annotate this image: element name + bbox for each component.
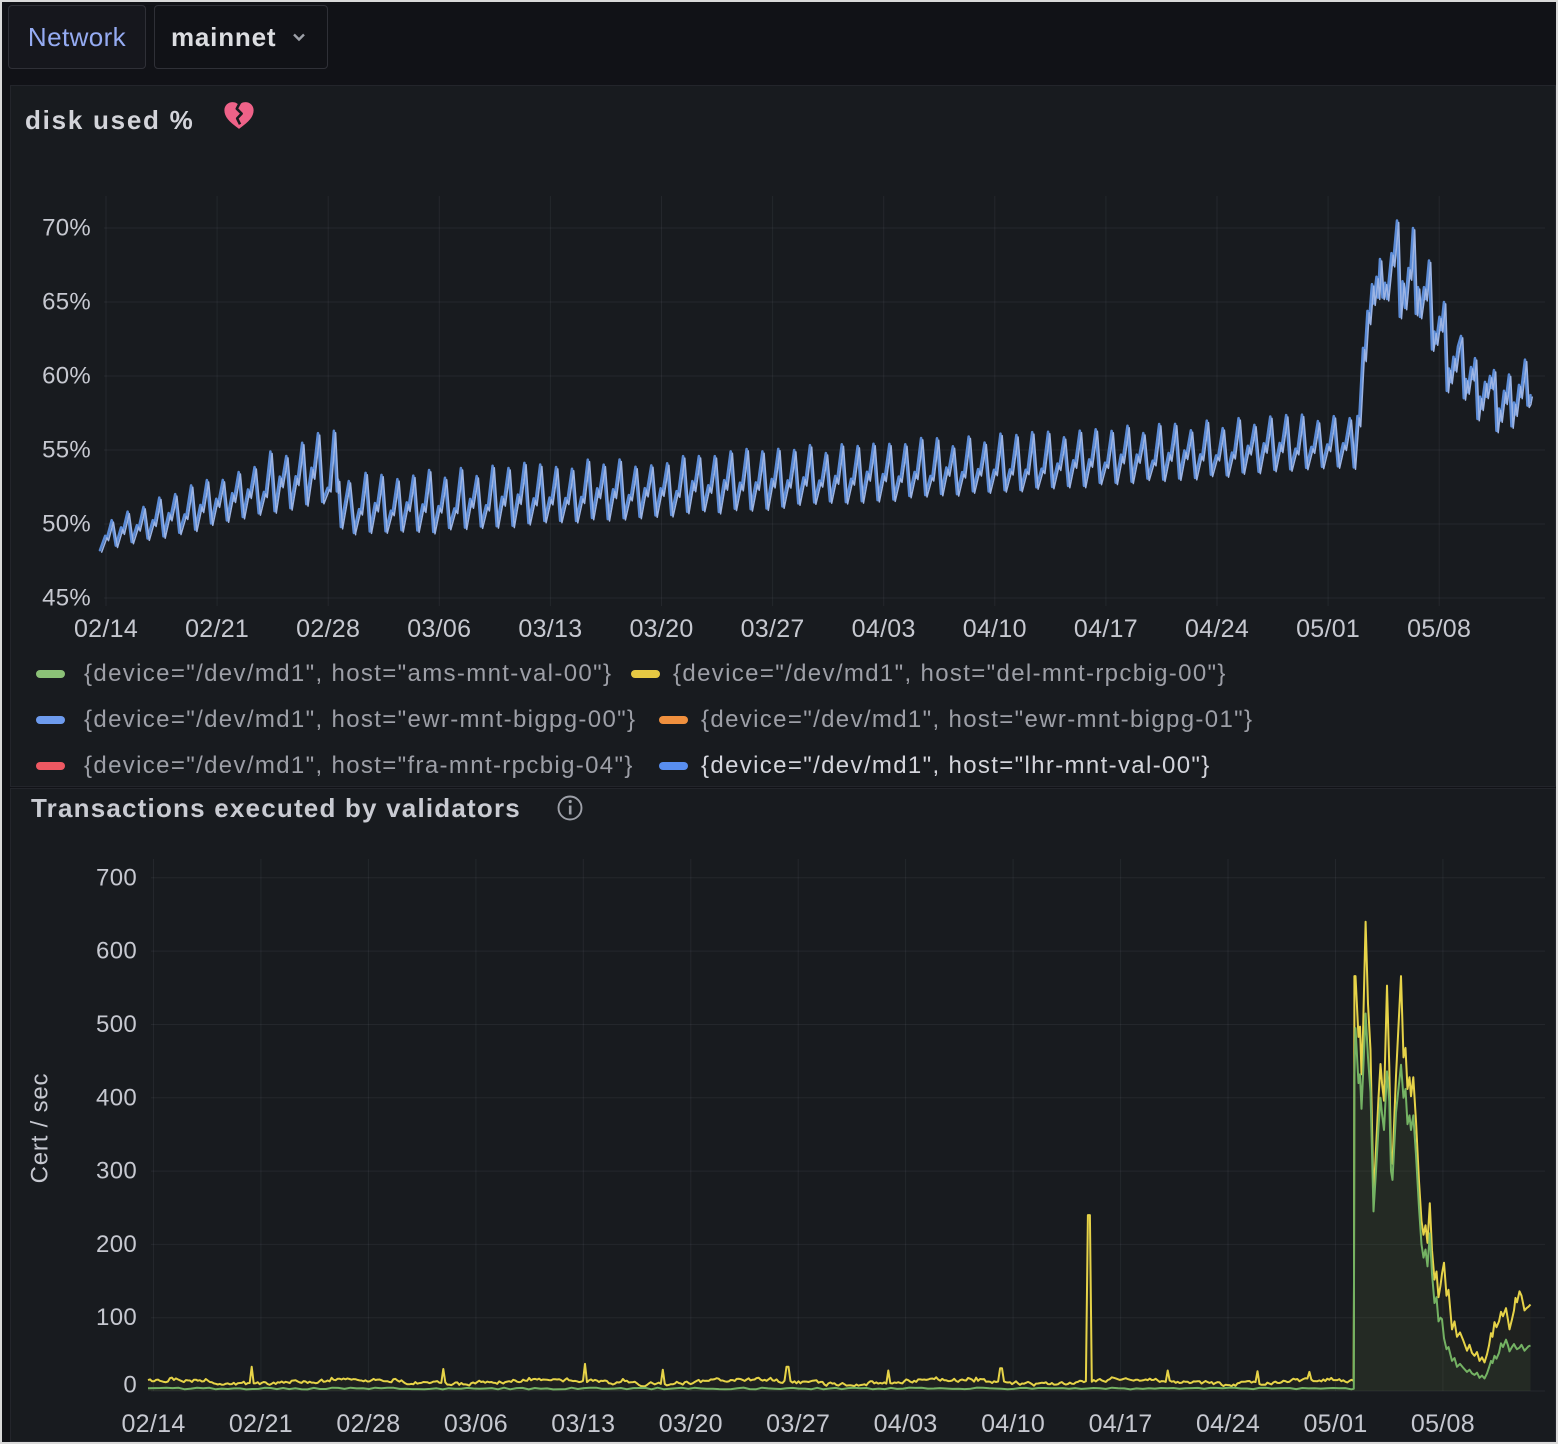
svg-text:04/24: 04/24 bbox=[1196, 1410, 1260, 1438]
svg-text:04/17: 04/17 bbox=[1089, 1410, 1153, 1438]
svg-text:45%: 45% bbox=[42, 585, 91, 612]
svg-text:600: 600 bbox=[96, 938, 137, 965]
svg-text:700: 700 bbox=[96, 864, 137, 891]
svg-text:05/01: 05/01 bbox=[1296, 615, 1360, 643]
svg-text:Cert / sec: Cert / sec bbox=[27, 1073, 54, 1184]
svg-text:04/17: 04/17 bbox=[1074, 615, 1138, 643]
svg-text:04/03: 04/03 bbox=[874, 1410, 938, 1438]
svg-text:05/08: 05/08 bbox=[1411, 1410, 1475, 1438]
svg-text:100: 100 bbox=[96, 1304, 137, 1331]
svg-text:04/10: 04/10 bbox=[963, 615, 1027, 643]
svg-text:300: 300 bbox=[96, 1158, 137, 1185]
svg-text:04/10: 04/10 bbox=[981, 1410, 1045, 1438]
svg-text:70%: 70% bbox=[42, 215, 91, 242]
svg-text:03/13: 03/13 bbox=[551, 1410, 615, 1438]
svg-text:0: 0 bbox=[123, 1372, 137, 1399]
svg-text:03/20: 03/20 bbox=[659, 1410, 723, 1438]
svg-text:03/27: 03/27 bbox=[766, 1410, 830, 1438]
svg-text:05/01: 05/01 bbox=[1303, 1410, 1367, 1438]
svg-text:02/21: 02/21 bbox=[185, 615, 249, 643]
svg-text:02/28: 02/28 bbox=[336, 1410, 400, 1438]
svg-text:04/03: 04/03 bbox=[852, 615, 916, 643]
svg-text:200: 200 bbox=[96, 1231, 137, 1258]
svg-text:50%: 50% bbox=[42, 511, 91, 538]
svg-text:02/14: 02/14 bbox=[121, 1410, 185, 1438]
svg-text:60%: 60% bbox=[42, 363, 91, 390]
svg-text:03/06: 03/06 bbox=[407, 615, 471, 643]
svg-text:500: 500 bbox=[96, 1011, 137, 1038]
svg-text:400: 400 bbox=[96, 1084, 137, 1111]
svg-text:02/14: 02/14 bbox=[74, 615, 138, 643]
svg-text:05/08: 05/08 bbox=[1407, 615, 1471, 643]
svg-text:03/20: 03/20 bbox=[629, 615, 693, 643]
svg-text:65%: 65% bbox=[42, 289, 91, 316]
svg-text:03/27: 03/27 bbox=[741, 615, 805, 643]
svg-text:55%: 55% bbox=[42, 437, 91, 464]
svg-text:02/28: 02/28 bbox=[296, 615, 360, 643]
svg-text:03/06: 03/06 bbox=[444, 1410, 508, 1438]
svg-text:03/13: 03/13 bbox=[518, 615, 582, 643]
svg-text:02/21: 02/21 bbox=[229, 1410, 293, 1438]
svg-text:04/24: 04/24 bbox=[1185, 615, 1249, 643]
